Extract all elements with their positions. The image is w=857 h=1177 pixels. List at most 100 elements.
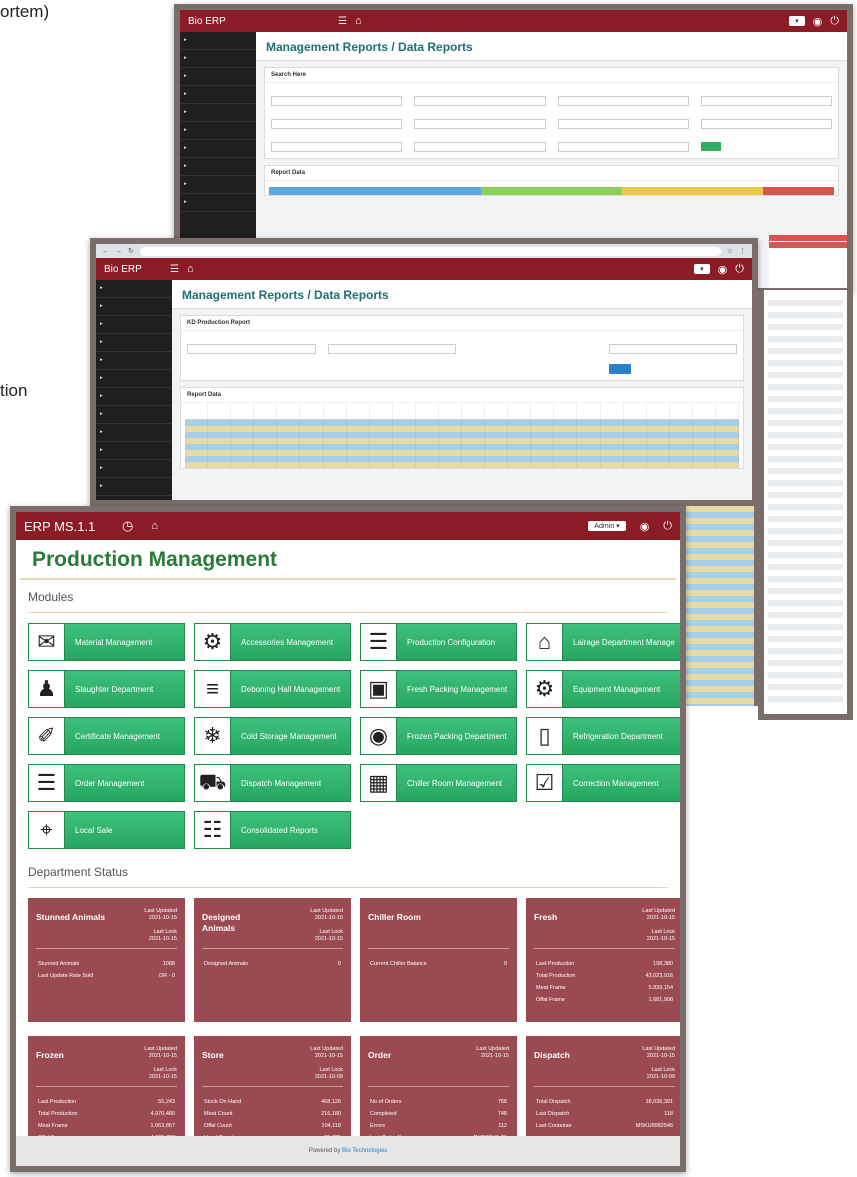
filter-select[interactable] <box>271 119 403 129</box>
clock-icon[interactable]: ◷ <box>122 518 133 534</box>
module-tile[interactable]: ✐ Certificate Management <box>28 717 185 755</box>
module-tile[interactable]: ≡ Deboning Hall Management <box>194 670 351 708</box>
filter-select[interactable] <box>608 344 737 354</box>
home-icon[interactable]: ⌂ <box>151 520 158 532</box>
power-icon[interactable]: ⏻ <box>663 520 672 533</box>
sidebar-item[interactable]: ▸ <box>96 442 172 460</box>
sidebar: ▸ ▸ ▸ ▸ ▸ ▸ ▸ ▸ ▸ ▸ ▸ ▸ <box>96 280 172 500</box>
module-tile[interactable]: ☑ Correction Management <box>526 764 680 802</box>
sidebar-item[interactable]: ▸ <box>96 352 172 370</box>
filter-select[interactable] <box>557 96 689 106</box>
filter-list[interactable] <box>468 344 597 364</box>
status-card[interactable]: Designed Animals Last Updated 2021-10-15 La… <box>194 898 351 1022</box>
map-icon: ⌖ <box>29 812 65 848</box>
status-row: Last Container MSKU9982546 <box>536 1122 673 1130</box>
module-tile[interactable]: ▣ Fresh Packing Management <box>360 670 517 708</box>
module-tile[interactable]: ☷ Consolidated Reports <box>194 811 351 849</box>
sidebar-item[interactable]: ▸ <box>180 86 256 104</box>
star-icon[interactable]: ☆ <box>727 247 733 255</box>
status-label: Last Production <box>38 1099 77 1105</box>
status-row: Last Dispatch 118 <box>536 1110 673 1118</box>
cold-store-icon: ❄ <box>195 718 231 754</box>
module-tile[interactable]: ⌖ Local Sale <box>28 811 185 849</box>
filter-select[interactable] <box>414 142 546 152</box>
menu-toggle-icon[interactable]: ☰ <box>170 264 179 275</box>
page-title: Management Reports / Data Reports <box>256 32 847 61</box>
sidebar-item[interactable]: ▸ <box>96 370 172 388</box>
search-button[interactable] <box>608 364 631 374</box>
filter-select[interactable] <box>414 96 546 106</box>
sidebar-item[interactable]: ▸ <box>96 334 172 352</box>
status-card-title: Fresh <box>534 912 558 922</box>
menu-toggle-icon[interactable]: ☰ <box>338 16 347 27</box>
module-tile[interactable]: ☰ Production Configuration <box>360 623 517 661</box>
module-label: Frozen Packing Department <box>407 731 507 741</box>
module-label: Consolidated Reports <box>241 825 318 835</box>
meta-line: 2021-10-09 <box>646 1074 675 1080</box>
reload-icon[interactable]: ↻ <box>128 247 134 255</box>
filter-select[interactable] <box>414 119 546 129</box>
module-tile[interactable]: ♟ Slaughter Department <box>28 670 185 708</box>
shield-icon[interactable]: ◉ <box>640 520 650 533</box>
forward-icon[interactable]: → <box>115 248 122 255</box>
sidebar-item[interactable]: ▸ <box>96 388 172 406</box>
sidebar-item[interactable]: ▸ <box>96 316 172 334</box>
filter-select[interactable] <box>557 119 689 129</box>
sidebar-item[interactable]: ▸ <box>180 50 256 68</box>
module-tile[interactable]: ☰ Order Management <box>28 764 185 802</box>
footer-link[interactable]: Bio Technologies <box>342 1148 387 1154</box>
module-tile[interactable]: ✉ Material Management <box>28 623 185 661</box>
module-tile[interactable]: ▯ Refrigeration Department <box>526 717 680 755</box>
status-label: Stunned Animals <box>38 961 80 967</box>
filter-select[interactable] <box>327 344 456 354</box>
power-icon[interactable]: ⏻ <box>735 263 744 276</box>
sidebar-item[interactable]: ▸ <box>180 104 256 122</box>
menu-icon[interactable]: ⋮ <box>739 247 746 255</box>
module-tile[interactable]: ⚙ Equipment Management <box>526 670 680 708</box>
sidebar-item[interactable]: ▸ <box>180 122 256 140</box>
status-card[interactable]: Chiller Room Current Chiller Balance 0 <box>360 898 517 1022</box>
meta-line: Last Updated <box>144 1046 177 1052</box>
home-icon[interactable]: ⌂ <box>355 15 362 27</box>
filter-select[interactable] <box>187 344 316 354</box>
power-icon[interactable]: ⏻ <box>830 15 839 28</box>
shield-icon[interactable]: ◉ <box>813 15 823 28</box>
module-tile[interactable]: ❄ Cold Storage Management <box>194 717 351 755</box>
search-button[interactable] <box>700 142 721 151</box>
filter-select[interactable] <box>557 142 689 152</box>
back-icon[interactable]: ← <box>102 248 109 255</box>
module-tile[interactable]: ⛟ Dispatch Management <box>194 764 351 802</box>
module-tile[interactable]: ▦ Chiller Room Management <box>360 764 517 802</box>
status-card[interactable]: Fresh Last Updated 2021-10-15 Last Lock 2021… <box>526 898 680 1022</box>
filter-input[interactable] <box>700 119 832 129</box>
sidebar-item[interactable]: ▸ <box>96 424 172 442</box>
module-tile[interactable]: ⚙ Accessories Management <box>194 623 351 661</box>
status-label: Last Dispatch <box>536 1111 570 1117</box>
sidebar-item[interactable]: ▸ <box>180 32 256 50</box>
shield-icon[interactable]: ◉ <box>718 263 728 276</box>
filter-select[interactable] <box>700 96 832 106</box>
home-icon[interactable]: ⌂ <box>187 263 194 275</box>
sidebar-item[interactable]: ▸ <box>96 406 172 424</box>
user-menu[interactable]: ▾ <box>789 16 805 26</box>
sidebar-item[interactable]: ▸ <box>180 68 256 86</box>
user-menu[interactable]: Admin ▾ <box>588 521 626 531</box>
sidebar-item[interactable]: ▸ <box>180 158 256 176</box>
module-tile[interactable]: ⌂ Lairage Department Manage <box>526 623 680 661</box>
sidebar-item[interactable]: ▸ <box>96 280 172 298</box>
config-icon: ☰ <box>361 624 397 660</box>
sidebar-item[interactable]: ▸ <box>180 194 256 212</box>
filter-select[interactable] <box>271 96 403 106</box>
sidebar-item[interactable]: ▸ <box>96 298 172 316</box>
filter-select[interactable] <box>271 142 403 152</box>
status-card[interactable]: Stunned Animals Last Updated 2021-10-15 Las… <box>28 898 185 1022</box>
sidebar-item[interactable]: ▸ <box>96 460 172 478</box>
address-bar[interactable] <box>139 246 721 256</box>
module-tile[interactable]: ◉ Frozen Packing Department <box>360 717 517 755</box>
status-label: Offal Frame <box>536 997 565 1003</box>
sidebar-item[interactable]: ▸ <box>180 140 256 158</box>
meta-line: 2021-10-15 <box>148 1074 177 1080</box>
user-menu[interactable]: ▾ <box>694 264 710 274</box>
sidebar-item[interactable]: ▸ <box>180 176 256 194</box>
sidebar-item[interactable]: ▸ <box>96 478 172 496</box>
